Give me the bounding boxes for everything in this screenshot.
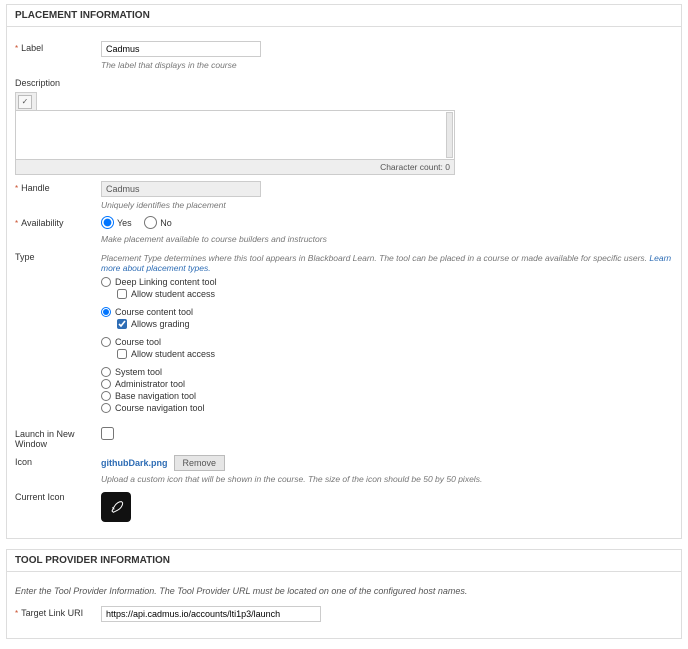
type-course-nav-radio[interactable] <box>101 403 111 413</box>
current-icon-title: Current Icon <box>15 490 101 502</box>
label-row: *Label The label that displays in the co… <box>15 41 673 70</box>
type-deep-linking-radio[interactable] <box>101 277 111 287</box>
availability-row: *Availability Yes No Make placement avai… <box>15 216 673 244</box>
description-editor: ✓ Character count: 0 <box>15 92 673 175</box>
handle-help: Uniquely identifies the placement <box>101 200 673 210</box>
availability-yes-label: Yes <box>117 218 132 228</box>
availability-help: Make placement available to course build… <box>101 234 673 244</box>
description-charcount: Character count: 0 <box>15 160 455 175</box>
type-course-tool-radio[interactable] <box>101 337 111 347</box>
availability-no-radio[interactable] <box>144 216 157 229</box>
provider-help: Enter the Tool Provider Information. The… <box>15 586 673 596</box>
icon-row: Icon githubDark.png Remove Upload a cust… <box>15 455 673 484</box>
type-system-tool-label: System tool <box>115 367 162 377</box>
current-icon-row: Current Icon <box>15 490 673 522</box>
type-title: Type <box>15 250 101 262</box>
provider-section: TOOL PROVIDER INFORMATION Enter the Tool… <box>6 549 682 639</box>
handle-input <box>101 181 261 197</box>
type-course-content-label: Course content tool <box>115 307 193 317</box>
placement-section: PLACEMENT INFORMATION *Label The label t… <box>6 4 682 539</box>
type-deep-student-access-check[interactable] <box>117 289 127 299</box>
type-admin-tool-radio[interactable] <box>101 379 111 389</box>
icon-filename: githubDark.png <box>101 458 168 468</box>
editor-toolbar[interactable]: ✓ <box>15 92 37 110</box>
placement-header: PLACEMENT INFORMATION <box>7 5 681 27</box>
availability-title: Availability <box>21 218 63 228</box>
description-row: Description <box>15 76 673 88</box>
editor-toolbar-btn[interactable]: ✓ <box>18 95 32 109</box>
editor-scrollbar[interactable] <box>446 112 453 158</box>
availability-yes-radio[interactable] <box>101 216 114 229</box>
handle-row: *Handle Uniquely identifies the placemen… <box>15 181 673 210</box>
type-course-student-access-label: Allow student access <box>131 349 215 359</box>
target-link-row: *Target Link URI <box>15 606 673 622</box>
type-row: Type Placement Type determines where thi… <box>15 250 673 421</box>
icon-help: Upload a custom icon that will be shown … <box>101 474 673 484</box>
launch-new-window-check[interactable] <box>101 427 114 440</box>
type-base-nav-label: Base navigation tool <box>115 391 196 401</box>
type-allows-grading-label: Allows grading <box>131 319 190 329</box>
type-course-nav-label: Course navigation tool <box>115 403 205 413</box>
label-title: Label <box>21 43 43 53</box>
label-title-col: *Label <box>15 41 101 53</box>
type-allows-grading-check[interactable] <box>117 319 127 329</box>
type-help: Placement Type determines where this too… <box>101 253 673 273</box>
label-input[interactable] <box>101 41 261 57</box>
provider-body: Enter the Tool Provider Information. The… <box>7 572 681 638</box>
handle-title: Handle <box>21 183 50 193</box>
feather-icon <box>108 499 124 515</box>
target-link-title: Target Link URI <box>21 608 83 618</box>
target-link-input[interactable] <box>101 606 321 622</box>
launch-new-window-title: Launch in New Window <box>15 427 101 449</box>
availability-no-label: No <box>160 218 172 228</box>
label-help: The label that displays in the course <box>101 60 673 70</box>
type-deep-student-access-label: Allow student access <box>131 289 215 299</box>
type-course-tool-label: Course tool <box>115 337 161 347</box>
type-base-nav-radio[interactable] <box>101 391 111 401</box>
type-system-tool-radio[interactable] <box>101 367 111 377</box>
description-title: Description <box>15 76 101 88</box>
current-icon-preview <box>101 492 131 522</box>
launch-new-window-row: Launch in New Window <box>15 427 673 449</box>
type-admin-tool-label: Administrator tool <box>115 379 185 389</box>
type-course-content-radio[interactable] <box>101 307 111 317</box>
description-textarea[interactable] <box>15 110 455 160</box>
type-deep-linking-label: Deep Linking content tool <box>115 277 217 287</box>
type-course-student-access-check[interactable] <box>117 349 127 359</box>
icon-remove-button[interactable]: Remove <box>174 455 226 471</box>
placement-body: *Label The label that displays in the co… <box>7 27 681 538</box>
provider-header: TOOL PROVIDER INFORMATION <box>7 550 681 572</box>
icon-title: Icon <box>15 455 101 467</box>
